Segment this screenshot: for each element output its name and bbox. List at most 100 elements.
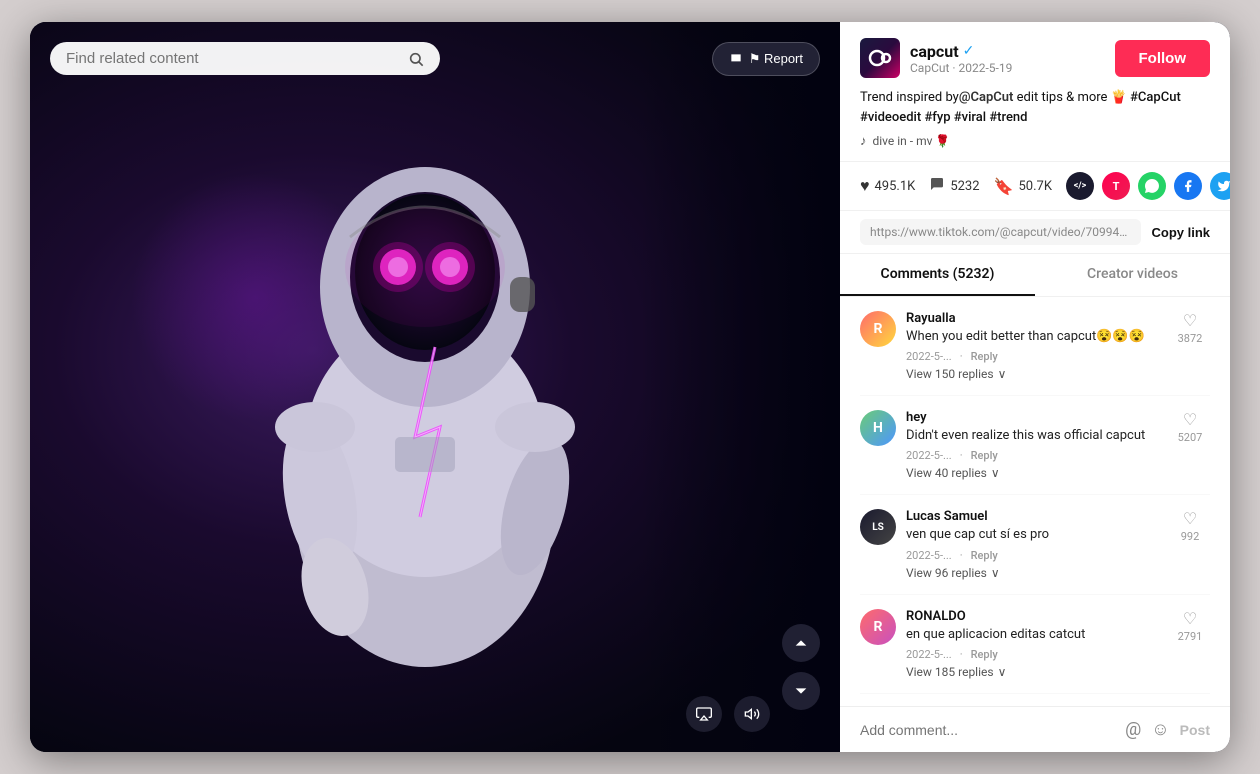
comment-input[interactable]: [860, 722, 1115, 738]
comment-like: ♡ 992: [1170, 509, 1210, 579]
like-icon[interactable]: ♡: [1183, 509, 1197, 528]
chevron-down-icon: ∨: [991, 566, 1000, 580]
chat-icon: [929, 176, 945, 196]
comments-list: R Rayualla When you edit better than cap…: [840, 297, 1230, 706]
bookmarks-stat: 🔖 50.7K: [994, 177, 1052, 196]
comment-username: Rayualla: [906, 311, 1160, 326]
comment-text: When you edit better than capcut😵😵😵: [906, 328, 1160, 346]
comment-text: ven que cap cut sí es pro: [906, 526, 1160, 544]
tab-creator-videos[interactable]: Creator videos: [1035, 254, 1230, 296]
caption: Trend inspired by@CapCut edit tips & mor…: [860, 88, 1210, 127]
comment-date: 2022-5-...: [906, 350, 952, 363]
comment-item: LS Lucas Samuel ven que cap cut sí es pr…: [860, 495, 1210, 594]
nav-down-button[interactable]: [782, 672, 820, 710]
url-row: https://www.tiktok.com/@capcut/video/709…: [840, 211, 1230, 254]
bookmarks-count: 50.7K: [1018, 179, 1052, 194]
whatsapp-share-button[interactable]: [1138, 172, 1166, 200]
search-button[interactable]: [408, 51, 424, 67]
comment-like: ♡ 2791: [1170, 609, 1210, 679]
comment-meta: 2022-5-... · Reply: [906, 350, 1160, 363]
copy-link-button[interactable]: Copy link: [1151, 225, 1210, 240]
video-content: [30, 22, 840, 752]
comment-body: Rayualla When you edit better than capcu…: [906, 311, 1160, 381]
heart-icon: ♥: [860, 176, 870, 196]
verified-icon: ✓: [963, 43, 975, 59]
avatar: LS: [860, 509, 896, 545]
post-button[interactable]: Post: [1180, 722, 1210, 738]
like-count: 5207: [1178, 431, 1203, 444]
main-container: ⚑ Report: [30, 22, 1230, 752]
like-icon[interactable]: ♡: [1183, 410, 1197, 429]
comments-count: 5232: [950, 179, 979, 194]
reply-link[interactable]: Reply: [971, 449, 998, 462]
creator-info: capcut ✓ CapCut · 2022-5-19: [860, 38, 1012, 78]
bookmark-icon: 🔖: [994, 177, 1014, 196]
avatar: R: [860, 609, 896, 645]
search-input[interactable]: [66, 50, 400, 67]
view-replies-button[interactable]: View 185 replies ∨: [906, 665, 1160, 679]
comment-meta: 2022-5-... · Reply: [906, 549, 1160, 562]
embed-share-button[interactable]: </>: [1066, 172, 1094, 200]
input-icons: @ ☺: [1125, 719, 1170, 740]
search-bar: [50, 42, 440, 75]
right-header: capcut ✓ CapCut · 2022-5-19 Follow Trend…: [840, 22, 1230, 162]
tab-comments[interactable]: Comments (5232): [840, 254, 1035, 296]
chevron-down-icon: ∨: [998, 665, 1007, 679]
astronaut-svg: [205, 57, 665, 717]
comment-text: en que aplicacion editas catcut: [906, 626, 1160, 644]
likes-count: 495.1K: [875, 179, 916, 194]
volume-button[interactable]: [734, 696, 770, 732]
like-icon[interactable]: ♡: [1183, 609, 1197, 628]
airplay-button[interactable]: [686, 696, 722, 732]
view-replies-button[interactable]: View 150 replies ∨: [906, 367, 1160, 381]
emoji-icon[interactable]: ☺: [1151, 719, 1169, 740]
share-icons: </> T ↗: [1066, 172, 1230, 200]
comment-meta: 2022-5-... · Reply: [906, 449, 1160, 462]
comment-item: H hey Didn't even realize this was offic…: [860, 396, 1210, 495]
left-panel: ⚑ Report: [30, 22, 840, 752]
comment-date: 2022-5-...: [906, 648, 952, 661]
comment-text: Didn't even realize this was official ca…: [906, 427, 1160, 445]
nav-up-button[interactable]: [782, 624, 820, 662]
facebook-share-button[interactable]: [1174, 172, 1202, 200]
bottom-controls: [686, 696, 770, 732]
at-mention-icon[interactable]: @: [1125, 719, 1141, 740]
comment-username: Lucas Samuel: [906, 509, 1160, 524]
creator-name: capcut: [910, 42, 959, 61]
follow-button[interactable]: Follow: [1115, 40, 1211, 77]
comment-body: Lucas Samuel ven que cap cut sí es pro 2…: [906, 509, 1160, 579]
comment-like: ♡ 3872: [1170, 311, 1210, 381]
music-note-icon: ♪: [860, 133, 867, 149]
creator-details: capcut ✓ CapCut · 2022-5-19: [910, 42, 1012, 75]
reply-link[interactable]: Reply: [971, 648, 998, 661]
comment-item: R Rayualla When you edit better than cap…: [860, 297, 1210, 396]
comment-username: RONALDO: [906, 609, 1160, 624]
creator-date: CapCut · 2022-5-19: [910, 61, 1012, 75]
twitter-share-button[interactable]: [1210, 172, 1230, 200]
comment-item: R RONALDO en que aplicacion editas catcu…: [860, 595, 1210, 694]
comment-username: hey: [906, 410, 1160, 425]
comment-date: 2022-5-...: [906, 449, 952, 462]
comment-meta: 2022-5-... · Reply: [906, 648, 1160, 661]
reply-link[interactable]: Reply: [971, 350, 998, 363]
comment-item: Ro ༄ᶦᶰᵈ᭄Robsé༄ᶦᶰᵈ᭄ Con que app editas ca…: [860, 694, 1210, 706]
report-label: ⚑ Report: [749, 51, 803, 67]
avatar: R: [860, 311, 896, 347]
chevron-down-icon: ∨: [991, 466, 1000, 480]
like-count: 2791: [1178, 630, 1203, 643]
chevron-down-icon: ∨: [998, 367, 1007, 381]
like-icon[interactable]: ♡: [1183, 311, 1197, 330]
comments-stat: 5232: [929, 176, 979, 196]
stats-row: ♥ 495.1K 5232 🔖 50.7K </> T: [840, 162, 1230, 211]
view-replies-button[interactable]: View 40 replies ∨: [906, 466, 1160, 480]
avatar: H: [860, 410, 896, 446]
video-background: [30, 22, 840, 752]
tabs-row: Comments (5232) Creator videos: [840, 254, 1230, 297]
report-button[interactable]: ⚑ Report: [712, 42, 820, 76]
comment-body: hey Didn't even realize this was officia…: [906, 410, 1160, 480]
likes-stat: ♥ 495.1K: [860, 176, 915, 196]
music-row: ♪ dive in - mv 🌹: [860, 133, 1210, 149]
reply-link[interactable]: Reply: [971, 549, 998, 562]
tiktok-share-button[interactable]: T: [1102, 172, 1130, 200]
view-replies-button[interactable]: View 96 replies ∨: [906, 566, 1160, 580]
